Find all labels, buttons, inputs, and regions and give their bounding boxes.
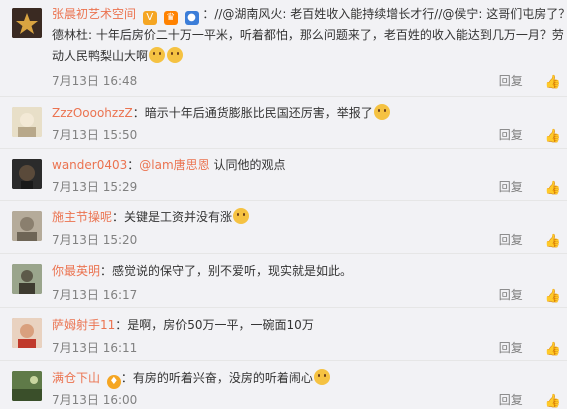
comment-text: ：是啊，房价50万一平，一碗面10万 xyxy=(115,318,314,332)
reply-button[interactable]: 回复 xyxy=(499,393,523,407)
star-logo-icon xyxy=(12,8,42,38)
comment-actions: 回复 👍 xyxy=(477,391,561,409)
comment-actions: 回复 👍 xyxy=(477,178,561,196)
comment-actions: 回复 👍 xyxy=(477,126,561,144)
reply-button[interactable]: 回复 xyxy=(499,341,523,355)
like-icon[interactable]: 👍 xyxy=(545,129,561,144)
avatar[interactable] xyxy=(12,211,42,241)
laugh-emoji-icon xyxy=(313,369,330,385)
avatar[interactable] xyxy=(12,318,42,348)
like-icon[interactable]: 👍 xyxy=(545,342,561,357)
avatar-image xyxy=(12,264,42,294)
comment-username[interactable]: 满仓下山 xyxy=(52,371,100,385)
member-badge-icon: ♦ xyxy=(106,375,121,389)
avatar-image xyxy=(12,371,42,401)
reply-button[interactable]: 回复 xyxy=(499,233,523,247)
medal-badge-icon: ● xyxy=(184,11,199,25)
comment-username[interactable]: 施主节操呢 xyxy=(52,210,112,224)
comment-text-continued: 动人民鸭梨山大啊 xyxy=(52,49,149,63)
avatar[interactable] xyxy=(12,8,42,38)
comment-username[interactable]: ZzzOooohzzZ xyxy=(52,106,133,120)
reply-button[interactable]: 回复 xyxy=(499,288,523,302)
avatar[interactable] xyxy=(12,107,42,137)
avatar[interactable] xyxy=(12,264,42,294)
comment-username[interactable]: wander0403 xyxy=(52,158,127,172)
comment-text: ：暗示十年后通货膨胀比民国还厉害，举报了 xyxy=(132,106,373,120)
avatar-image xyxy=(12,159,42,189)
comment-username[interactable]: 张晨初艺术空间 xyxy=(52,7,136,21)
verified-badge-icon: V xyxy=(142,11,157,25)
mention-link[interactable]: @lam唐思恩 xyxy=(139,158,209,172)
sad-emoji-icon xyxy=(149,47,166,63)
comment-item: wander0403：@lam唐思恩 认同他的观点 7月13日 15:29 回复… xyxy=(0,149,567,201)
avatar[interactable] xyxy=(12,159,42,189)
comment-item: 萨姆射手11：是啊，房价50万一平，一碗面10万 7月13日 16:11 回复 👍 xyxy=(0,308,567,361)
comment-timestamp: 7月13日 15:20 xyxy=(52,233,138,247)
comment-text-continued: 德林杜: 十年后房价二十万一平米，听着都怕，那么问题来了，老百姓的收入能达到几万… xyxy=(52,28,564,42)
like-icon[interactable]: 👍 xyxy=(545,75,561,90)
reply-button[interactable]: 回复 xyxy=(499,74,523,88)
comment-item: 施主节操呢：关键是工资并没有涨 7月13日 15:20 回复 👍 xyxy=(0,201,567,254)
crown-badge-icon: ♛ xyxy=(163,11,178,25)
comment-actions: 回复 👍 xyxy=(477,286,561,304)
reply-button[interactable]: 回复 xyxy=(499,128,523,142)
comment-actions: 回复 👍 xyxy=(477,72,561,90)
like-icon[interactable]: 👍 xyxy=(545,234,561,249)
like-icon[interactable]: 👍 xyxy=(545,181,561,196)
comment-text: ：感觉说的保守了，别不爱听，现实就是如此。 xyxy=(100,264,353,278)
avatar-image xyxy=(12,318,42,348)
reply-button[interactable]: 回复 xyxy=(499,180,523,194)
comment-text: ：关键是工资并没有涨 xyxy=(112,210,233,224)
comment-timestamp: 7月13日 16:48 xyxy=(52,74,138,88)
avatar-image xyxy=(12,211,42,241)
sad-emoji-icon xyxy=(167,47,184,63)
comment-text: ：有房的听着兴奋，没房的听着闹心 xyxy=(120,371,313,385)
avatar-image xyxy=(12,107,42,137)
comment-timestamp: 7月13日 15:50 xyxy=(52,128,138,142)
comment-item: 张晨初艺术空间 V ♛ ● ：//@湖南风火: 老百姓收入能持续增长才行//@侯… xyxy=(0,0,567,97)
shy-emoji-icon xyxy=(233,208,250,224)
cat-emoji-icon xyxy=(373,104,390,120)
like-icon[interactable]: 👍 xyxy=(545,289,561,304)
comment-text: 认同他的观点 xyxy=(213,158,286,172)
avatar[interactable] xyxy=(12,371,42,401)
comment-text: ：//@湖南风火: 老百姓收入能持续增长才行//@侯宁: 这哥们屯房了？//@ xyxy=(202,7,567,21)
comment-list: 张晨初艺术空间 V ♛ ● ：//@湖南风火: 老百姓收入能持续增长才行//@侯… xyxy=(0,0,567,409)
comment-item: 满仓下山 ♦ ：有房的听着兴奋，没房的听着闹心 7月13日 16:00 回复 👍 xyxy=(0,361,567,409)
comment-actions: 回复 👍 xyxy=(477,231,561,249)
comment-username[interactable]: 你最英明 xyxy=(52,264,100,278)
comment-item: 你最英明：感觉说的保守了，别不爱听，现实就是如此。 7月13日 16:17 回复… xyxy=(0,254,567,308)
comment-timestamp: 7月13日 16:11 xyxy=(52,341,138,355)
comment-username[interactable]: 萨姆射手11 xyxy=(52,318,115,332)
comment-timestamp: 7月13日 16:00 xyxy=(52,393,138,407)
comment-item: ZzzOooohzzZ：暗示十年后通货膨胀比民国还厉害，举报了 7月13日 15… xyxy=(0,97,567,149)
comment-timestamp: 7月13日 16:17 xyxy=(52,288,138,302)
comment-timestamp: 7月13日 15:29 xyxy=(52,180,138,194)
comment-actions: 回复 👍 xyxy=(477,339,561,357)
